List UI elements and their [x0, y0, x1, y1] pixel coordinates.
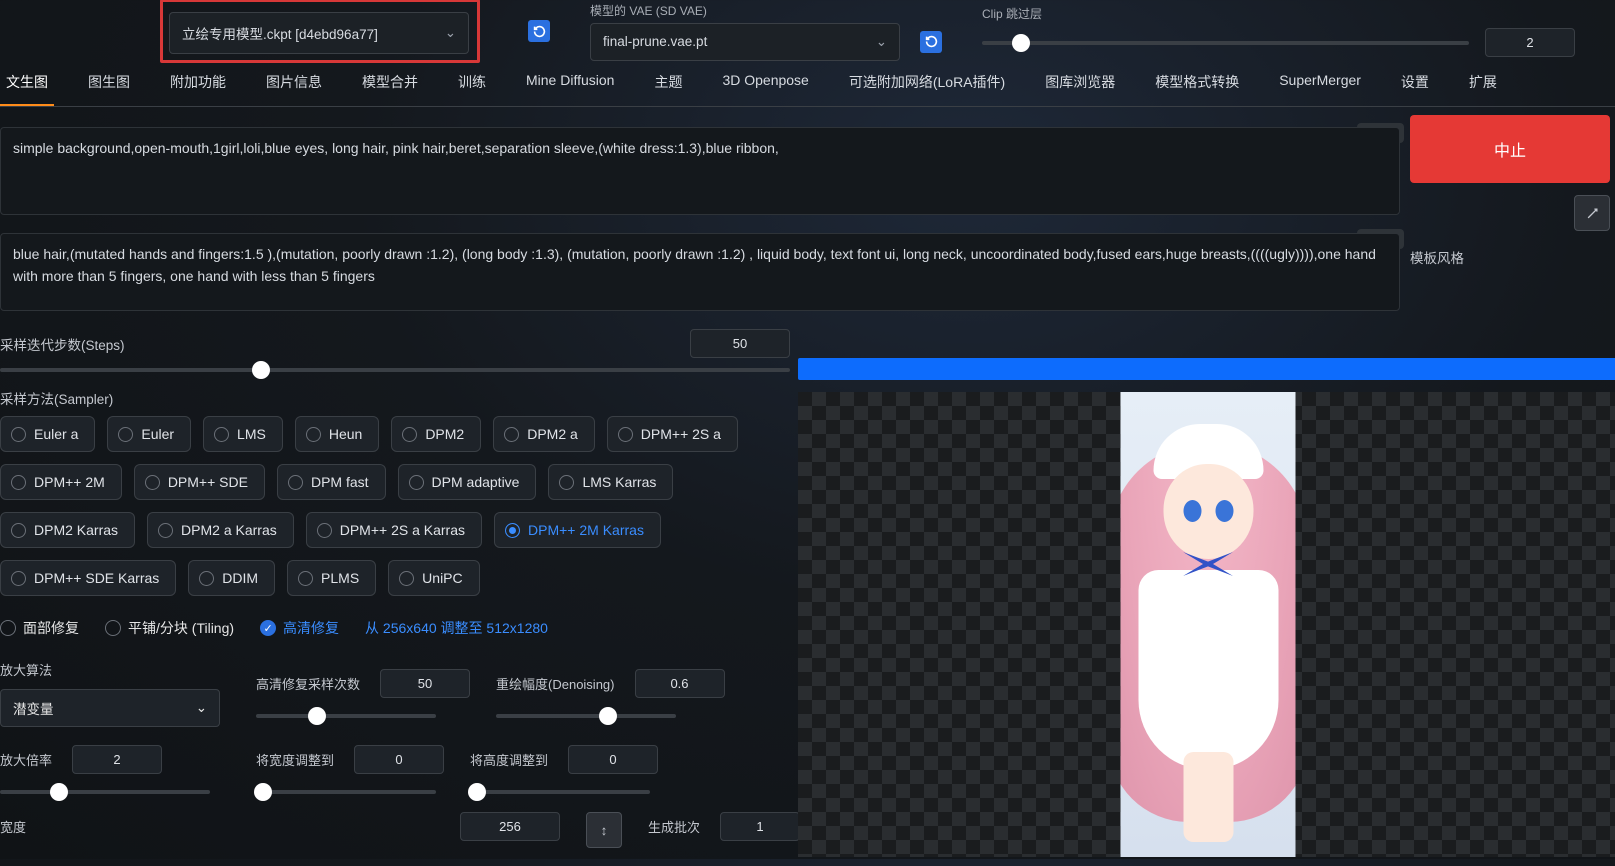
sampler-option[interactable]: DPM2: [391, 416, 481, 452]
steps-value[interactable]: 50: [690, 329, 790, 358]
tab-2[interactable]: 附加功能: [164, 62, 232, 106]
sampler-options: Euler a Euler LMS Heun DPM2 DPM2 a DPM++ 2S a D…: [0, 416, 790, 596]
tab-9[interactable]: 可选附加网络(LoRA插件): [843, 62, 1011, 106]
vae-label: 模型的 VAE (SD VAE): [590, 2, 942, 19]
chevron-down-icon: ⌄: [876, 34, 887, 50]
generation-progress-bar: [798, 358, 1615, 380]
sampler-option[interactable]: DPM++ SDE Karras: [0, 560, 176, 596]
swap-dimensions-button[interactable]: ↕: [586, 812, 622, 848]
sampler-option[interactable]: DPM2 Karras: [0, 512, 135, 548]
clip-skip-label: Clip 跳过层: [982, 5, 1575, 22]
upscaler-label: 放大算法: [0, 660, 230, 679]
vae-select-value: final-prune.vae.pt: [603, 34, 707, 49]
tab-8[interactable]: 3D Openpose: [716, 62, 814, 106]
sampler-option[interactable]: DPM adaptive: [398, 464, 537, 500]
stop-button[interactable]: 中止: [1410, 115, 1610, 183]
prompt-tool-button[interactable]: [1574, 195, 1610, 231]
upscale-slider[interactable]: [0, 790, 210, 794]
clip-skip-slider[interactable]: [982, 41, 1469, 45]
batch-count-value[interactable]: 1: [720, 812, 800, 841]
tab-4[interactable]: 模型合并: [356, 62, 424, 106]
sampler-option[interactable]: LMS Karras: [548, 464, 673, 500]
hires-checkbox[interactable]: 高清修复: [260, 618, 339, 638]
generated-image[interactable]: [1121, 392, 1296, 857]
preview-canvas: [798, 392, 1615, 857]
model-select[interactable]: 立绘专用模型.ckpt [d4ebd96a77] ⌄: [169, 12, 469, 54]
tab-3[interactable]: 图片信息: [260, 62, 328, 106]
hires-steps-label: 高清修复采样次数: [256, 674, 360, 693]
tab-10[interactable]: 图库浏览器: [1039, 62, 1121, 106]
sampler-option[interactable]: PLMS: [287, 560, 376, 596]
hires-steps-value[interactable]: 50: [380, 669, 470, 698]
sampler-option[interactable]: UniPC: [388, 560, 479, 596]
vae-select[interactable]: final-prune.vae.pt ⌄: [590, 23, 900, 61]
batch-count-label: 生成批次: [648, 817, 700, 836]
tab-13[interactable]: 设置: [1395, 62, 1435, 106]
sampler-option[interactable]: DPM++ 2M: [0, 464, 122, 500]
model-select-highlight: 立绘专用模型.ckpt [d4ebd96a77] ⌄: [160, 0, 480, 63]
sampler-option[interactable]: DPM2 a Karras: [147, 512, 294, 548]
hires-resize-info: 从 256x640 调整至 512x1280: [365, 618, 548, 638]
tab-12[interactable]: SuperMerger: [1273, 62, 1367, 106]
style-label: 模板风格: [1410, 247, 1464, 267]
main-tabs: 文生图图生图附加功能图片信息模型合并训练 Mine Diffusion 主题 3D O…: [0, 62, 1615, 107]
resize-height-slider[interactable]: [470, 790, 650, 794]
tab-7[interactable]: 主题: [648, 62, 688, 106]
denoising-value[interactable]: 0.6: [635, 669, 725, 698]
width-label: 宽度: [0, 817, 26, 836]
sampler-option[interactable]: Euler a: [0, 416, 95, 452]
resize-width-slider[interactable]: [256, 790, 436, 794]
sampler-option[interactable]: Heun: [295, 416, 379, 452]
prompt-input[interactable]: simple background,open-mouth,1girl,loli,…: [0, 127, 1400, 215]
upscaler-select[interactable]: 潜变量 ⌄: [0, 689, 220, 727]
tab-14[interactable]: 扩展: [1463, 62, 1503, 106]
upscale-value[interactable]: 2: [72, 745, 162, 774]
width-value[interactable]: 256: [460, 812, 560, 841]
steps-label: 采样迭代步数(Steps): [0, 334, 125, 354]
sampler-option[interactable]: Euler: [107, 416, 191, 452]
vae-refresh-button[interactable]: [920, 31, 942, 53]
sampler-option[interactable]: DPM fast: [277, 464, 386, 500]
resize-height-value[interactable]: 0: [568, 745, 658, 774]
tab-11[interactable]: 模型格式转换: [1149, 62, 1245, 106]
tab-5[interactable]: 训练: [452, 62, 492, 106]
negative-prompt-input[interactable]: blue hair,(mutated hands and fingers:1.5…: [0, 233, 1400, 311]
sampler-option[interactable]: DPM++ 2S a Karras: [306, 512, 482, 548]
tab-6[interactable]: Mine Diffusion: [520, 62, 620, 106]
chevron-down-icon: ⌄: [445, 25, 456, 41]
model-select-value: 立绘专用模型.ckpt [d4ebd96a77]: [182, 23, 378, 43]
sampler-option[interactable]: DPM++ 2S a: [607, 416, 738, 452]
resize-height-label: 将高度调整到: [470, 750, 548, 769]
tab-0[interactable]: 文生图: [0, 62, 54, 106]
clip-skip-value[interactable]: 2: [1485, 28, 1575, 57]
denoising-slider[interactable]: [496, 714, 676, 718]
sampler-option[interactable]: DPM++ SDE: [134, 464, 265, 500]
steps-slider[interactable]: [0, 368, 790, 372]
sampler-option[interactable]: DDIM: [188, 560, 275, 596]
tiling-checkbox[interactable]: 平铺/分块 (Tiling): [105, 618, 234, 638]
upscale-label: 放大倍率: [0, 750, 52, 769]
tab-1[interactable]: 图生图: [82, 62, 136, 106]
sampler-option[interactable]: DPM++ 2M Karras: [494, 512, 661, 548]
resize-width-label: 将宽度调整到: [256, 750, 334, 769]
hires-steps-slider[interactable]: [256, 714, 436, 718]
model-refresh-button[interactable]: [528, 20, 550, 42]
denoising-label: 重绘幅度(Denoising): [496, 674, 614, 693]
chevron-down-icon: ⌄: [196, 700, 207, 716]
sampler-option[interactable]: LMS: [203, 416, 283, 452]
resize-width-value[interactable]: 0: [354, 745, 444, 774]
sampler-option[interactable]: DPM2 a: [493, 416, 595, 452]
face-restore-checkbox[interactable]: 面部修复: [0, 618, 79, 638]
